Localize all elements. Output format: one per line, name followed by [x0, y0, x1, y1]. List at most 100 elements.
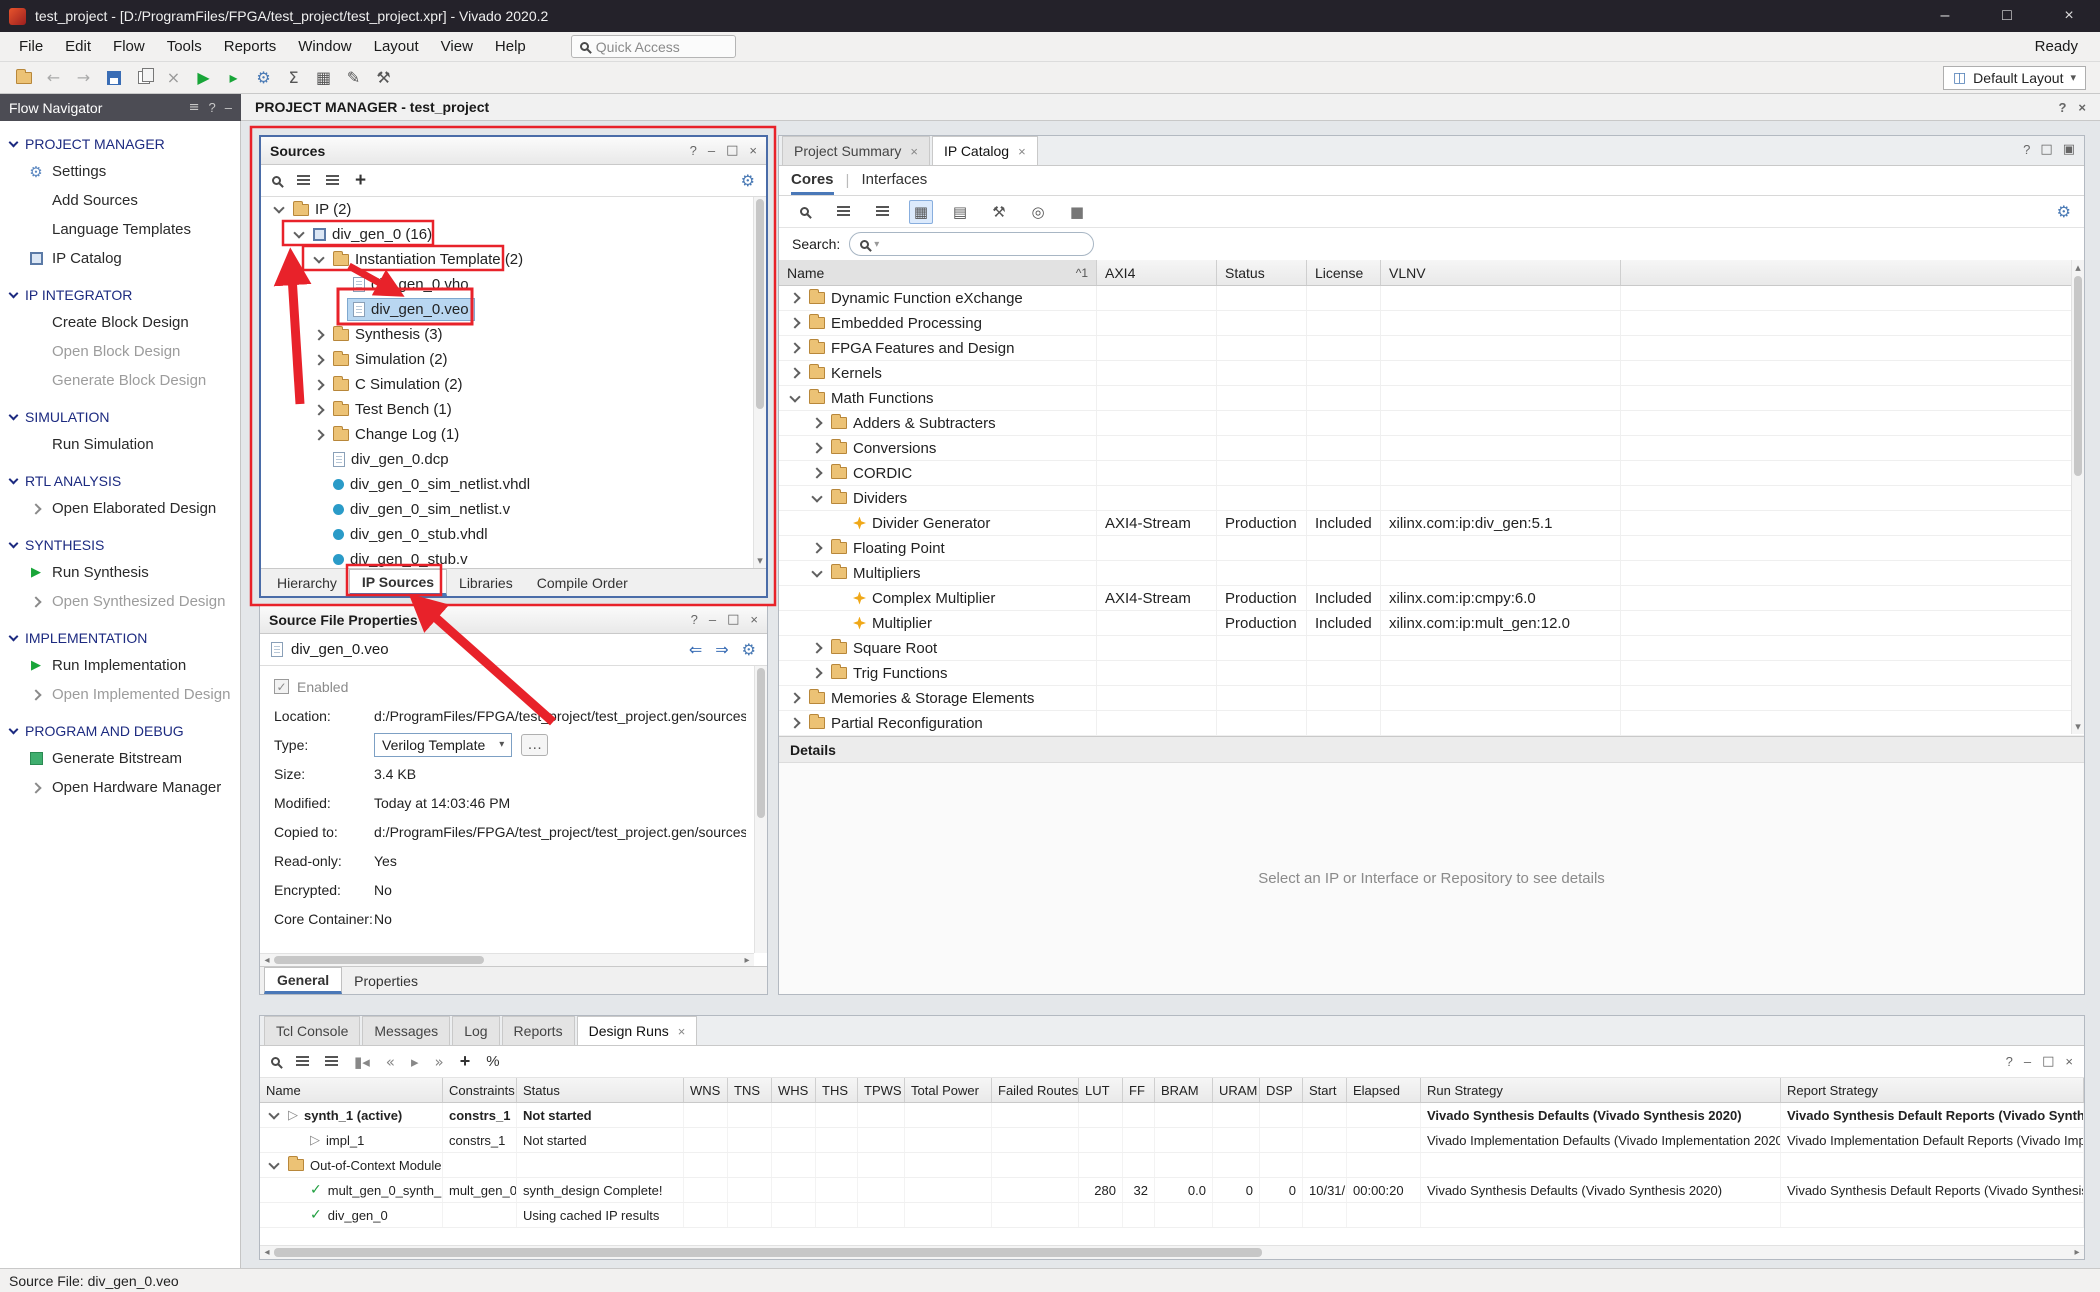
flow-item-generate-block-design[interactable]: Generate Block Design [0, 366, 240, 395]
tab-design-runs[interactable]: Design Runs× [577, 1016, 698, 1045]
catalog-row-divider-generator[interactable]: Divider GeneratorAXI4-StreamProductionIn… [779, 511, 2084, 536]
catalog-row-memories-storage-elements[interactable]: Memories & Storage Elements [779, 686, 2084, 711]
tab-general[interactable]: General [264, 967, 342, 994]
probe-icon[interactable]: ⚒ [370, 65, 397, 91]
tab-properties[interactable]: Properties [342, 967, 430, 994]
tab-libraries[interactable]: Libraries [447, 569, 525, 596]
flow-item-run-implementation[interactable]: ▶Run Implementation [0, 651, 240, 680]
forward-icon[interactable]: ⇒ [715, 640, 728, 659]
menu-window[interactable]: Window [287, 32, 362, 61]
chevron-down-icon[interactable] [809, 496, 825, 501]
gear-icon[interactable]: ⚙ [741, 171, 755, 190]
run-row-synth-1-active[interactable]: ▷synth_1 (active)constrs_1Not startedViv… [260, 1103, 2084, 1128]
help-icon[interactable]: ? [2023, 142, 2030, 157]
tab-messages[interactable]: Messages [362, 1016, 450, 1045]
collapse-all-icon[interactable] [296, 1056, 309, 1067]
maximize-panel-icon[interactable]: ▣ [2063, 142, 2075, 157]
help-icon[interactable]: ? [209, 100, 216, 115]
chevron-right-icon[interactable] [787, 294, 803, 302]
float-panel-icon[interactable]: □ [2042, 1054, 2054, 1069]
percent-icon[interactable]: % [486, 1053, 499, 1070]
column-header-whs[interactable]: WHS [772, 1078, 816, 1102]
flow-item-open-synthesized-design[interactable]: Open Synthesized Design [0, 587, 240, 616]
run-row-out-of-context-module-runs[interactable]: Out-of-Context Module Runs [260, 1153, 2084, 1178]
flow-section-synthesis[interactable]: SYNTHESIS [0, 529, 240, 558]
flow-item-open-implemented-design[interactable]: Open Implemented Design [0, 680, 240, 709]
settings-menu-icon[interactable]: ≡ [189, 100, 200, 115]
close-tab-icon[interactable]: × [910, 144, 918, 159]
options-icon[interactable]: ◎ [1026, 200, 1050, 224]
column-header-wns[interactable]: WNS [684, 1078, 728, 1102]
tab-interfaces[interactable]: Interfaces [861, 166, 927, 195]
help-icon[interactable]: ? [690, 143, 697, 158]
tree-item-simulation-2[interactable]: Simulation (2) [261, 347, 766, 372]
menu-view[interactable]: View [430, 32, 484, 61]
scrollbar-thumb[interactable] [274, 956, 484, 964]
minimize-panel-icon[interactable]: – [225, 100, 232, 115]
menu-flow[interactable]: Flow [102, 32, 156, 61]
chevron-right-icon[interactable] [787, 369, 803, 377]
catalog-row-partial-reconfiguration[interactable]: Partial Reconfiguration [779, 711, 2084, 736]
column-header-status[interactable]: Status [1217, 260, 1307, 285]
play-icon[interactable]: ▸ [411, 1053, 419, 1071]
catalog-row-embedded-processing[interactable]: Embedded Processing [779, 311, 2084, 336]
expand-all-icon[interactable] [326, 175, 339, 186]
tree-item-instantiation-template-2[interactable]: Instantiation Template (2) [261, 247, 766, 272]
column-header-uram[interactable]: URAM [1213, 1078, 1260, 1102]
column-header-vlnv[interactable]: VLNV [1381, 260, 1621, 285]
flow-section-project-manager[interactable]: PROJECT MANAGER [0, 128, 240, 157]
column-header-ff[interactable]: FF [1123, 1078, 1155, 1102]
column-header-failed-routes[interactable]: Failed Routes [992, 1078, 1079, 1102]
flow-item-ip-catalog[interactable]: IP Catalog [0, 244, 240, 273]
catalog-row-kernels[interactable]: Kernels [779, 361, 2084, 386]
tree-item-div-gen-0-stub-vhdl[interactable]: div_gen_0_stub.vhdl [261, 522, 766, 547]
tree-item-change-log-1[interactable]: Change Log (1) [261, 422, 766, 447]
minimize-panel-icon[interactable]: – [708, 143, 715, 158]
column-header-report-strategy[interactable]: Report Strategy [1781, 1078, 2084, 1102]
column-header-lut[interactable]: LUT [1079, 1078, 1123, 1102]
column-header-elapsed[interactable]: Elapsed [1347, 1078, 1421, 1102]
minimize-panel-icon[interactable]: – [709, 612, 716, 627]
catalog-row-dividers[interactable]: Dividers [779, 486, 2084, 511]
column-header-tpws[interactable]: TPWS [858, 1078, 905, 1102]
column-header-axi4[interactable]: AXI4 [1097, 260, 1217, 285]
run-row-mult-gen-0-synth-1[interactable]: ✓mult_gen_0_synth_1mult_gen_0synth_desig… [260, 1178, 2084, 1203]
catalog-search-input[interactable]: ▾ [849, 232, 1094, 256]
close-tab-icon[interactable]: × [1018, 144, 1026, 159]
add-sources-icon[interactable]: + [355, 170, 366, 192]
chevron-right-icon[interactable] [311, 331, 327, 339]
sum-icon[interactable]: Σ [280, 65, 307, 91]
search-icon[interactable] [800, 207, 809, 216]
chevron-right-icon[interactable] [787, 719, 803, 727]
column-header-license[interactable]: License [1307, 260, 1381, 285]
catalog-row-dynamic-function-exchange[interactable]: Dynamic Function eXchange [779, 286, 2084, 311]
chevron-down-icon[interactable] [291, 232, 307, 237]
column-header-name[interactable]: Name [260, 1078, 443, 1102]
step-back-icon[interactable]: « [386, 1053, 395, 1071]
column-header-total-power[interactable]: Total Power [905, 1078, 992, 1102]
scrollbar-thumb[interactable] [757, 668, 765, 818]
column-header-dsp[interactable]: DSP [1260, 1078, 1303, 1102]
expand-all-icon[interactable] [325, 1056, 338, 1067]
catalog-row-adders-subtracters[interactable]: Adders & Subtracters [779, 411, 2084, 436]
catalog-row-conversions[interactable]: Conversions [779, 436, 2084, 461]
flow-item-generate-bitstream[interactable]: Generate Bitstream [0, 744, 240, 773]
minimize-panel-icon[interactable]: – [2024, 1054, 2031, 1069]
enabled-checkbox[interactable]: ✓ [274, 679, 289, 694]
scrollbar-thumb[interactable] [274, 1248, 1262, 1257]
column-header-run-strategy[interactable]: Run Strategy [1421, 1078, 1781, 1102]
type-dropdown[interactable]: Verilog Template▾ [374, 733, 512, 757]
chevron-down-icon[interactable] [787, 396, 803, 401]
column-header-tns[interactable]: TNS [728, 1078, 772, 1102]
flow-item-open-hardware-manager[interactable]: Open Hardware Manager [0, 773, 240, 802]
chevron-down-icon[interactable] [266, 1113, 282, 1118]
column-header-start[interactable]: Start [1303, 1078, 1347, 1102]
flow-item-open-elaborated-design[interactable]: Open Elaborated Design [0, 494, 240, 523]
catalog-row-fpga-features-and-design[interactable]: FPGA Features and Design [779, 336, 2084, 361]
chevron-down-icon[interactable] [311, 257, 327, 262]
close-tab-icon[interactable]: × [678, 1024, 686, 1039]
flow-section-program-and-debug[interactable]: PROGRAM AND DEBUG [0, 715, 240, 744]
add-icon[interactable]: + [460, 1051, 471, 1072]
stop-icon[interactable]: ■ [1065, 200, 1089, 224]
flow-item-open-block-design[interactable]: Open Block Design [0, 337, 240, 366]
